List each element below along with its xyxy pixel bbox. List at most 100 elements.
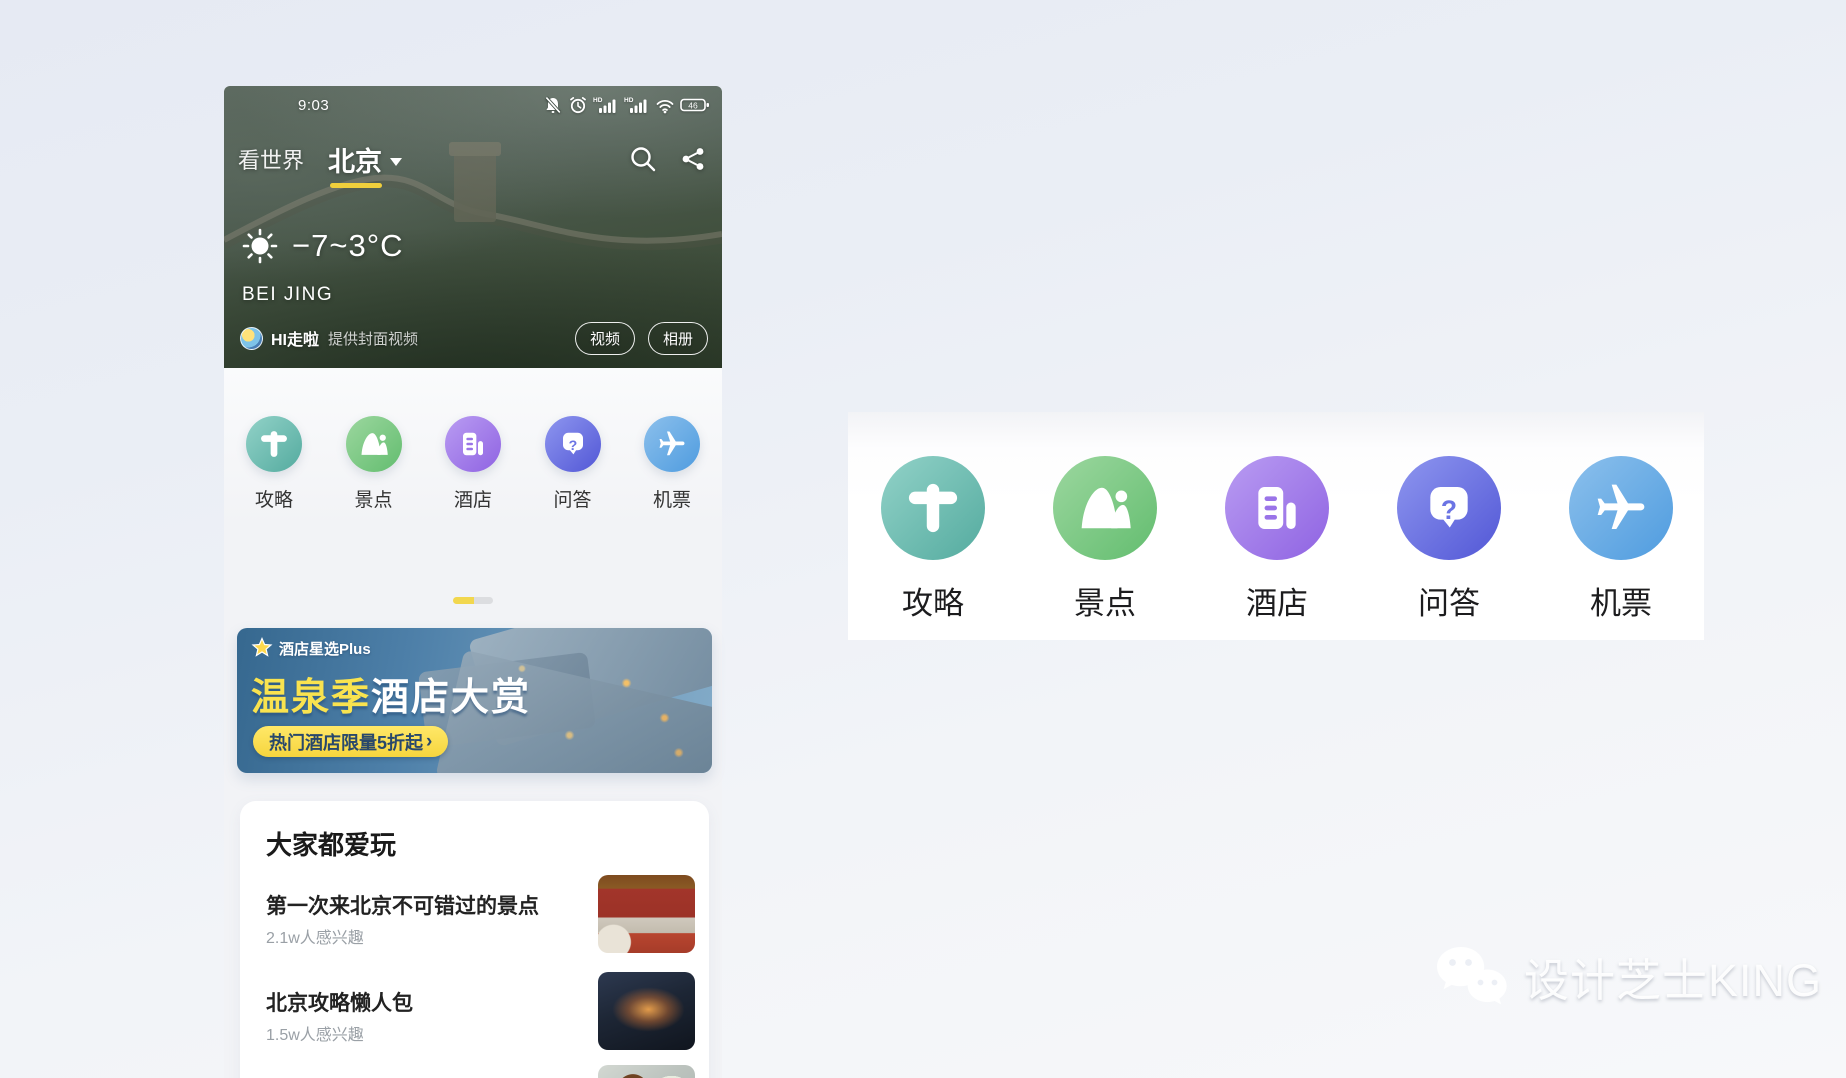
temperature-value: −7~3°C [292, 228, 403, 264]
nav-item-guide[interactable]: 攻略 [246, 416, 302, 512]
hotel-circle [445, 416, 501, 472]
active-tab-underline [330, 183, 382, 188]
hero-header: 看世界 北京 [238, 136, 708, 182]
list-item[interactable]: 第一次来北京不可错过的景点 2.1w人感兴趣 [266, 875, 695, 955]
scenic-circle [346, 416, 402, 472]
scenic-circle-large [1053, 456, 1157, 560]
album-button[interactable]: 相册 [648, 322, 708, 355]
list-item-meta: 1.5w人感兴趣 [266, 1021, 364, 1045]
panel-label: 景点 [1074, 578, 1136, 623]
flight-circle-large [1569, 456, 1673, 560]
svg-text:HD: HD [624, 97, 634, 104]
panel-label: 问答 [1418, 578, 1480, 623]
sun-icon [240, 226, 280, 266]
chevron-right-icon: › [426, 731, 432, 753]
wifi-icon [655, 95, 675, 115]
status-bar: 9:03 HD [224, 94, 722, 116]
banner-title-highlight: 温泉季 [251, 677, 371, 719]
panel-item-guide[interactable]: 攻略 [873, 456, 993, 623]
mute-icon [543, 95, 563, 115]
page-indicator [453, 597, 493, 604]
star-badge-icon [251, 637, 273, 659]
hotel-circle-large [1225, 456, 1329, 560]
plane-icon [657, 429, 687, 459]
panel-label: 攻略 [902, 578, 964, 623]
list-item[interactable]: 京味儿美食 地道老字号 1.4w人感兴趣 [266, 1065, 695, 1078]
question-bubble-icon [558, 429, 588, 459]
banner-brand-label: 酒店星选Plus [279, 638, 371, 659]
city-name-en: BEI JING [242, 284, 333, 306]
nav-label: 酒店 [454, 485, 492, 512]
hotel-icon [1249, 480, 1305, 536]
nav-item-flight[interactable]: 机票 [644, 416, 700, 512]
signal-sim2-icon: HD [624, 95, 650, 115]
status-time: 9:03 [298, 97, 329, 114]
battery-icon: 46 [680, 95, 710, 115]
tab-city-label: 北京 [328, 140, 382, 179]
phone-mockup: 9:03 HD [224, 86, 722, 1078]
section-title: 大家都爱玩 [266, 825, 396, 862]
list-item-title: 第一次来北京不可错过的景点 [266, 890, 539, 920]
watermark-text: 设计芝士KING [1524, 944, 1822, 1009]
mountain-icon [359, 429, 389, 459]
hero-cover: 9:03 HD [224, 86, 722, 368]
nav-item-scenic[interactable]: 景点 [346, 416, 402, 512]
icons-detail-panel: 攻略 景点 酒店 问答 机票 [848, 412, 1704, 640]
signpost-icon [905, 480, 961, 536]
nav-label: 攻略 [255, 485, 293, 512]
signal-sim1-icon: HD [593, 95, 619, 115]
app-body: 攻略 景点 酒店 问答 [224, 368, 722, 1078]
flight-circle [644, 416, 700, 472]
page-indicator-rest [474, 597, 493, 604]
svg-text:46: 46 [688, 101, 698, 111]
panel-item-hotel[interactable]: 酒店 [1217, 456, 1337, 623]
guide-circle [246, 416, 302, 472]
chevron-down-icon [390, 158, 402, 166]
hotel-promo-banner[interactable]: 酒店星选Plus 温泉季酒店大赏 热门酒店限量5折起 › [237, 628, 712, 773]
provider-avatar[interactable] [240, 327, 263, 350]
quick-nav-row: 攻略 景点 酒店 问答 [224, 416, 722, 512]
panel-label: 酒店 [1246, 578, 1308, 623]
plane-icon [1593, 480, 1649, 536]
nav-label: 机票 [653, 485, 691, 512]
panel-item-scenic[interactable]: 景点 [1045, 456, 1165, 623]
question-bubble-icon [1421, 480, 1477, 536]
tab-see-world[interactable]: 看世界 [238, 143, 304, 175]
cover-media-buttons: 视频 相册 [575, 322, 708, 355]
list-item-title: 北京攻略懒人包 [266, 987, 413, 1017]
panel-label: 机票 [1590, 578, 1652, 623]
list-item-thumbnail [598, 972, 695, 1050]
nav-item-hotel[interactable]: 酒店 [445, 416, 501, 512]
panel-item-qa[interactable]: 问答 [1389, 456, 1509, 623]
svg-text:HD: HD [593, 97, 603, 104]
share-icon[interactable] [680, 145, 708, 173]
panel-item-flight[interactable]: 机票 [1561, 456, 1681, 623]
tab-city-beijing[interactable]: 北京 [328, 140, 402, 179]
nav-label: 问答 [553, 485, 591, 512]
banner-cta-label: 热门酒店限量5折起 [269, 729, 423, 755]
list-item-thumbnail [598, 875, 695, 953]
page-indicator-active [453, 597, 474, 604]
mountain-icon [1077, 480, 1133, 536]
status-icons: HD HD [543, 95, 710, 115]
popular-section-card: 大家都爱玩 第一次来北京不可错过的景点 2.1w人感兴趣 北京攻略懒人包 1.5… [240, 801, 709, 1078]
signpost-icon [259, 429, 289, 459]
qa-circle [545, 416, 601, 472]
nav-item-qa[interactable]: 问答 [545, 416, 601, 512]
search-icon[interactable] [628, 144, 658, 174]
banner-title: 温泉季酒店大赏 [251, 666, 531, 721]
provider-name[interactable]: HI走啦 [271, 326, 319, 350]
video-button[interactable]: 视频 [575, 322, 635, 355]
weather-widget: −7~3°C [240, 226, 403, 266]
hero-actions [628, 144, 708, 174]
banner-brand: 酒店星选Plus [251, 637, 371, 659]
design-canvas: 9:03 HD [0, 0, 1846, 1078]
list-item[interactable]: 北京攻略懒人包 1.5w人感兴趣 [266, 972, 695, 1052]
provider-note: 提供封面视频 [328, 328, 418, 349]
list-item-thumbnail [598, 1065, 695, 1078]
banner-cta-button[interactable]: 热门酒店限量5折起 › [253, 726, 448, 757]
wechat-logo-icon [1434, 945, 1510, 1009]
cover-provider-row: HI走啦 提供封面视频 视频 相册 [240, 320, 708, 356]
alarm-icon [568, 95, 588, 115]
list-item-meta: 2.1w人感兴趣 [266, 924, 364, 948]
